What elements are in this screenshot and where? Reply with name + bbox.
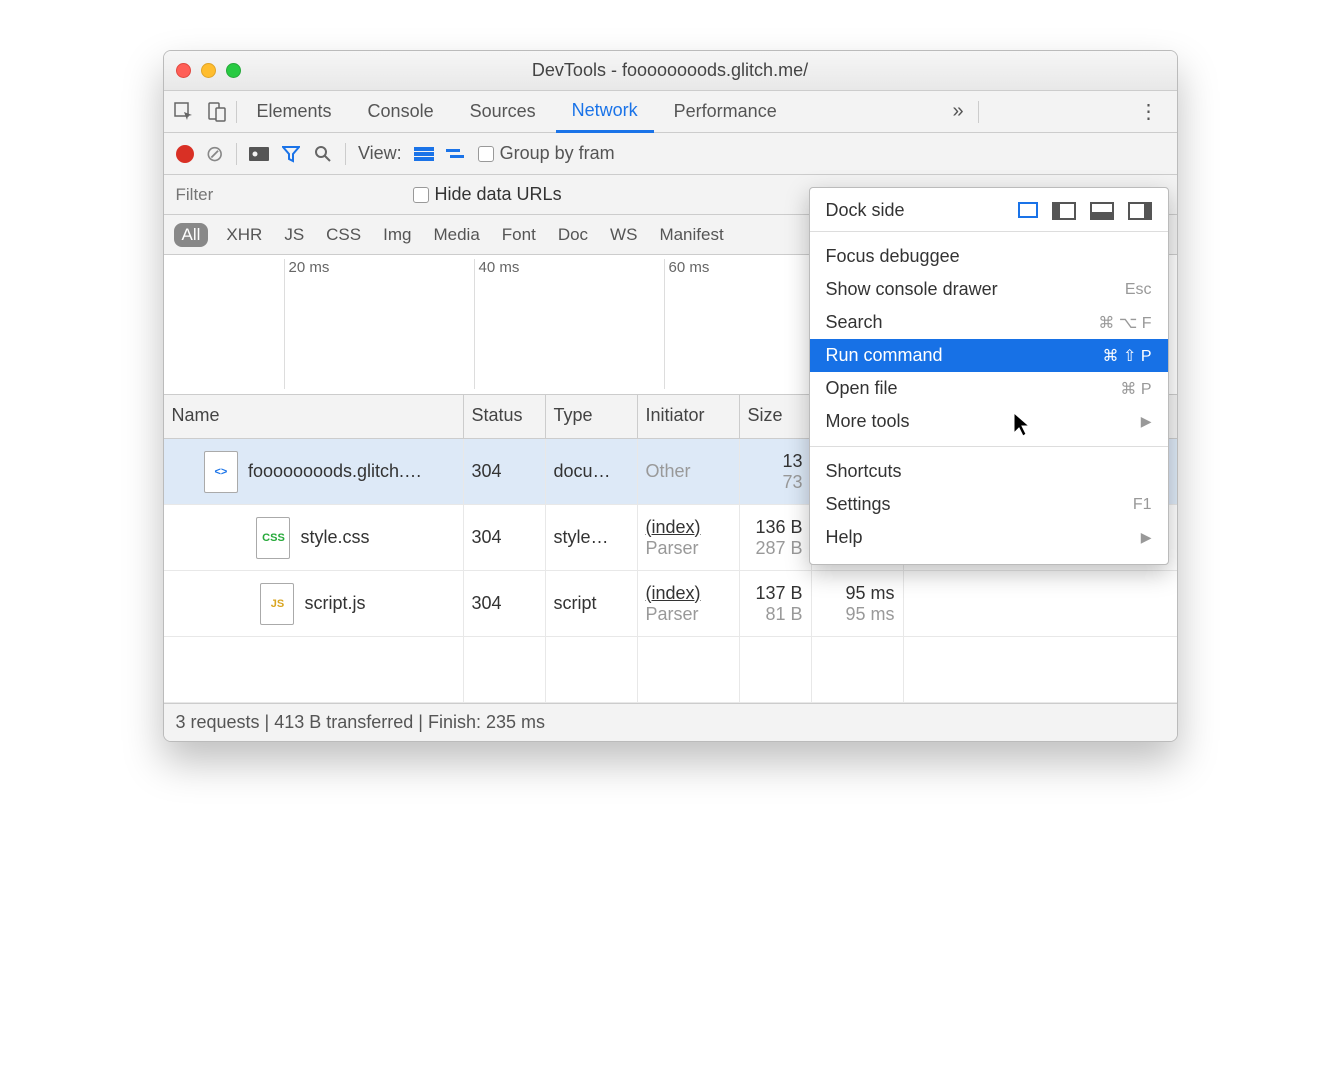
status-text: 3 requests | 413 B transferred | Finish:… [176,712,546,733]
request-initiator: (index) [646,583,731,604]
tab-performance[interactable]: Performance [658,91,793,133]
chip-font[interactable]: Font [498,223,540,247]
chip-xhr[interactable]: XHR [222,223,266,247]
dock-undock-icon[interactable] [1018,202,1038,218]
dock-left-icon[interactable] [1052,202,1076,220]
time-tick: 20 ms [284,259,330,389]
chip-doc[interactable]: Doc [554,223,592,247]
menu-more-tools[interactable]: More tools▶ [810,405,1168,438]
main-menu-dropdown: Dock side Focus debuggee Show console dr… [809,187,1169,565]
titlebar: DevTools - foooooooods.glitch.me/ [164,51,1177,91]
dock-side-row: Dock side [810,194,1168,227]
menu-run-command[interactable]: Run command⌘ ⇧ P [810,339,1168,372]
css-file-icon: CSS [256,517,290,559]
chip-css[interactable]: CSS [322,223,365,247]
th-type[interactable]: Type [546,395,638,438]
table-row[interactable]: JSscript.js 304 script (index)Parser 137… [164,571,1177,637]
divider [236,143,237,165]
tab-network[interactable]: Network [556,91,654,133]
th-size[interactable]: Size [740,395,812,438]
chip-ws[interactable]: WS [606,223,641,247]
cursor-icon [1014,413,1032,443]
statusbar: 3 requests | 413 B transferred | Finish:… [164,703,1177,741]
request-status: 304 [464,505,546,570]
js-file-icon: JS [260,583,294,625]
menu-show-console[interactable]: Show console drawerEsc [810,273,1168,306]
request-status: 304 [464,439,546,504]
device-toolbar-icon[interactable] [204,100,228,124]
inspect-element-icon[interactable] [172,100,196,124]
menu-settings[interactable]: SettingsF1 [810,488,1168,521]
network-toolbar: ⊘ View: Group by fram [164,133,1177,175]
menu-shortcuts[interactable]: Shortcuts [810,455,1168,488]
divider [810,446,1168,447]
devtools-window: DevTools - foooooooods.glitch.me/ Elemen… [163,50,1178,742]
request-name: script.js [304,593,365,614]
menu-help[interactable]: Help▶ [810,521,1168,554]
dock-right-icon[interactable] [1128,202,1152,220]
menu-focus-debuggee[interactable]: Focus debuggee [810,240,1168,273]
window-title: DevTools - foooooooods.glitch.me/ [164,60,1177,81]
screenshot-icon[interactable] [249,144,269,164]
filter-icon[interactable] [281,144,301,164]
divider [978,101,979,123]
time-tick: 40 ms [474,259,520,389]
th-initiator[interactable]: Initiator [638,395,740,438]
view-label: View: [358,143,402,164]
time-tick: 60 ms [664,259,710,389]
request-status: 304 [464,571,546,636]
request-name: foooooooods.glitch.… [248,461,422,482]
menu-search[interactable]: Search⌘ ⌥ F [810,306,1168,339]
hide-data-urls-checkbox[interactable]: Hide data URLs [405,184,562,205]
tab-console[interactable]: Console [352,91,450,133]
filter-input[interactable] [168,180,405,210]
chip-js[interactable]: JS [280,223,308,247]
request-initiator: Other [646,461,731,482]
tabbar: Elements Console Sources Network Perform… [164,91,1177,133]
dock-bottom-icon[interactable] [1090,202,1114,220]
record-button[interactable] [176,145,194,163]
request-type: script [546,571,638,636]
chip-img[interactable]: Img [379,223,415,247]
chip-all[interactable]: All [174,223,209,247]
request-name: style.css [300,527,369,548]
request-initiator: (index) [646,517,731,538]
request-type: style… [546,505,638,570]
divider [345,143,346,165]
kebab-menu-button[interactable]: ⋮ [1128,99,1168,124]
clear-icon[interactable]: ⊘ [206,141,224,167]
tab-elements[interactable]: Elements [241,91,348,133]
th-name[interactable]: Name [164,395,464,438]
tab-sources[interactable]: Sources [454,91,552,133]
chip-manifest[interactable]: Manifest [655,223,727,247]
group-by-frame-checkbox[interactable]: Group by fram [478,143,615,164]
th-status[interactable]: Status [464,395,546,438]
divider [810,231,1168,232]
chip-media[interactable]: Media [429,223,483,247]
request-type: docu… [546,439,638,504]
tab-overflow-button[interactable]: » [943,100,974,123]
table-row-empty [164,637,1177,703]
html-file-icon: <> [204,451,238,493]
overview-icon[interactable] [446,144,466,164]
menu-open-file[interactable]: Open file⌘ P [810,372,1168,405]
large-rows-icon[interactable] [414,144,434,164]
search-icon[interactable] [313,144,333,164]
divider [236,101,237,123]
